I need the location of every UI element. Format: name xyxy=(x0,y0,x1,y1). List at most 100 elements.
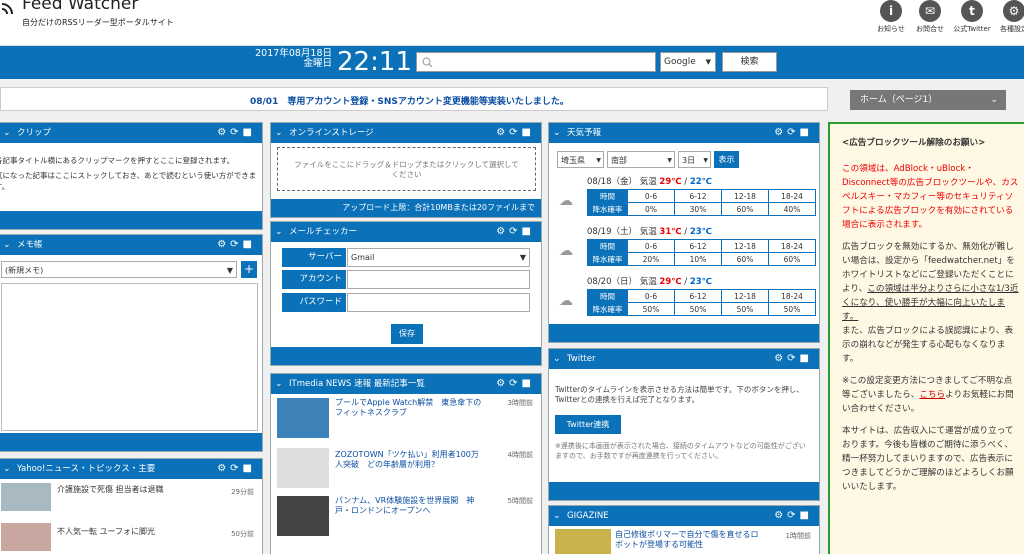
site-title[interactable]: Feed Watcher xyxy=(22,0,138,14)
settings-button[interactable]: ⚙ 各種設定 xyxy=(994,0,1024,34)
account-input[interactable] xyxy=(347,270,530,289)
chevron-down-icon[interactable]: ⌄ xyxy=(275,123,283,143)
hour-cell: 12-18 xyxy=(721,289,769,303)
temp-max: 29℃ xyxy=(659,277,682,287)
article-time: 4時間前 xyxy=(507,451,533,459)
article-title[interactable]: パンナム、VR体験施設を世界展開 神戸・ロンドンにオープンへ xyxy=(335,496,485,516)
weather-table: 時間 0-6 6-12 12-18 18-24 降水確率 20% 10% 60% 60% xyxy=(587,239,816,266)
caret-down-icon: ▼ xyxy=(519,253,526,262)
hour-cell: 12-18 xyxy=(721,239,769,253)
panel-tools[interactable]: ⚙⟳■ xyxy=(217,459,256,479)
chevron-down-icon[interactable]: ⌄ xyxy=(3,459,11,479)
engine-value: Google xyxy=(664,57,696,67)
chevron-down-icon[interactable]: ⌄ xyxy=(275,374,283,394)
temp-min: 23℃ xyxy=(689,277,712,287)
notice-p2-underline: この領域は半分よりさらに小さな1/3近くになり、使い勝手が大幅に向上いたします。 xyxy=(842,284,1019,322)
panel-tools[interactable]: ⚙⟳■ xyxy=(217,235,256,255)
server-select[interactable]: Gmail ▼ xyxy=(347,248,530,267)
prefecture-select[interactable]: 埼玉県 ▼ xyxy=(557,151,604,168)
save-button[interactable]: 保存 xyxy=(391,324,423,344)
panel-tools[interactable]: ⚙⟳■ xyxy=(774,123,813,143)
prefecture-value: 埼玉県 xyxy=(561,156,585,165)
chevron-down-icon[interactable]: ⌄ xyxy=(3,123,11,143)
rain-cell: 30% xyxy=(674,202,722,216)
caret-down-icon: ▼ xyxy=(703,157,708,164)
info-icon: i xyxy=(880,0,902,22)
list-item[interactable]: プールでApple Watch解禁 東急傘下のフィットネスクラブ 3時間前 xyxy=(271,398,541,440)
article-title[interactable]: 不人気一転 ユーフォに脚光 xyxy=(57,527,155,537)
list-item[interactable]: 自己修復ポリマーで自分で傷を直せるロボットが登場する可能性 1時間前 xyxy=(549,529,819,554)
weather-table: 時間 0-6 6-12 12-18 18-24 降水確率 0% 30% 60% 40% xyxy=(587,189,816,216)
article-title[interactable]: プールでApple Watch解禁 東急傘下のフィットネスクラブ xyxy=(335,398,485,418)
rain-header: 降水確率 xyxy=(587,302,628,316)
area-select[interactable]: 南部 ▼ xyxy=(607,151,675,168)
list-item[interactable]: 不人気一転 ユーフォに脚光 50分前 xyxy=(0,523,262,553)
article-title[interactable]: 自己修復ポリマーで自分で傷を直せるロボットが登場する可能性 xyxy=(615,530,765,550)
chevron-down-icon[interactable]: ⌄ xyxy=(553,123,561,143)
rain-cell: 40% xyxy=(768,202,816,216)
chevron-down-icon[interactable]: ⌄ xyxy=(3,235,11,255)
article-title[interactable]: 介護施設で死傷 担当者は退職 xyxy=(57,485,164,495)
news-link[interactable]: 08/01 専用アカウント登録・SNSアカウント変更機能等実装いたしました。 xyxy=(250,94,569,107)
twitter-link-button[interactable]: t 公式Twitter xyxy=(952,0,992,34)
temp-label: 気温 xyxy=(639,177,657,187)
contact-link[interactable]: こちら xyxy=(919,390,945,400)
panel-tools[interactable]: ⚙⟳■ xyxy=(774,506,813,526)
days-value: 3日 xyxy=(682,156,696,165)
itmedia-panel: ⌄ ITmedia NEWS 速報 最新記事一覧 ⚙⟳■ プールでApple Wat… xyxy=(270,373,542,554)
storage-limit: アップロード上限：合計10MBまたは20ファイルまで xyxy=(271,199,541,217)
rain-cell: 60% xyxy=(768,252,816,266)
chevron-down-icon[interactable]: ⌄ xyxy=(275,222,283,242)
contact-button[interactable]: ✉ お問合せ xyxy=(910,0,950,34)
hour-cell: 12-18 xyxy=(721,189,769,203)
search-button[interactable]: 検索 xyxy=(722,52,777,72)
notice-button[interactable]: i お知らせ xyxy=(871,0,911,34)
article-title[interactable]: ZOZOTOWN「ツケ払い」利用者100万人突破 どの年齢層が利用？ xyxy=(335,450,485,470)
memo-select[interactable]: (新規メモ) ▼ xyxy=(1,261,237,278)
twitter-note: ※連携後に本画面が表示された場合、接続のタイムアウトなどの可能性がございますので… xyxy=(555,442,806,460)
weather-date: 08/19（土） xyxy=(587,227,637,237)
gear-icon: ⚙ xyxy=(1003,0,1024,22)
chevron-down-icon[interactable]: ⌄ xyxy=(553,506,561,526)
panel-tools[interactable]: ⚙⟳■ xyxy=(496,374,535,394)
panel-tools[interactable]: ⚙⟳■ xyxy=(217,123,256,143)
hour-cell: 6-12 xyxy=(674,289,722,303)
storage-panel: ⌄ オンラインストレージ ⚙⟳■ ファイルをここにドラッグ＆ドロップまたはクリックし… xyxy=(270,122,542,218)
temp-min: 23℃ xyxy=(689,227,712,237)
add-memo-button[interactable]: + xyxy=(241,261,257,278)
chevron-down-icon[interactable]: ⌄ xyxy=(553,349,561,369)
twitter-header: ⌄ Twitter ⚙⟳■ xyxy=(549,349,819,369)
notice-label: お知らせ xyxy=(877,25,905,33)
clip-title: クリップ xyxy=(17,128,52,138)
notice-p4: 本サイトは、広告収入にて運営が成り立っております。今後も皆様のご期待に添うべく、… xyxy=(842,426,1014,492)
days-select[interactable]: 3日 ▼ xyxy=(678,151,711,168)
hour-cell: 0-6 xyxy=(627,289,675,303)
password-input[interactable] xyxy=(347,293,530,312)
weather-header: ⌄ 天気予報 ⚙⟳■ xyxy=(549,123,819,143)
file-drop-zone[interactable]: ファイルをここにドラッグ＆ドロップまたはクリックして選択してください xyxy=(277,147,536,191)
weather-day-line: 08/20（日） 気温 29℃ / 23℃ xyxy=(587,277,712,287)
panel-tools[interactable]: ⚙⟳■ xyxy=(774,349,813,369)
memo-textarea[interactable] xyxy=(1,283,258,431)
memo-select-value: (新規メモ) xyxy=(5,266,44,275)
notice-p2: 広告ブロックを無効にするか、無効化が難しい場合は、設定から「feedwatche… xyxy=(842,240,1020,324)
article-time: 29分前 xyxy=(231,488,254,496)
list-item[interactable]: パンナム、VR体験施設を世界展開 神戸・ロンドンにオープンへ 5時間前 xyxy=(271,496,541,538)
list-item[interactable]: ZOZOTOWN「ツケ払い」利用者100万人突破 どの年齢層が利用？ 4時間前 xyxy=(271,448,541,490)
panel-tools[interactable]: ⚙⟳■ xyxy=(496,123,535,143)
panel-footer xyxy=(549,324,819,342)
panel-tools[interactable]: ⚙⟳■ xyxy=(496,222,535,242)
twitter-connect-button[interactable]: Twitter連携 xyxy=(555,415,621,434)
article-time: 5時間前 xyxy=(507,497,533,505)
notice-p3: ※この設定変更方法につきましてご不明な点等ございましたら、こちらよりお気軽にお問… xyxy=(842,374,1020,416)
search-input[interactable] xyxy=(416,52,656,72)
page-select[interactable]: ホーム（ページ1） ⌄ xyxy=(850,90,1006,110)
show-button[interactable]: 表示 xyxy=(714,151,739,168)
weather-date: 08/20（日） xyxy=(587,277,637,287)
cloud-rain-icon: ☁ xyxy=(559,243,573,259)
temp-label: 気温 xyxy=(639,277,657,287)
time-header: 時間 xyxy=(587,189,628,203)
list-item[interactable]: 介護施設で死傷 担当者は退職 29分前 xyxy=(0,483,262,513)
search-engine-select[interactable]: Google ▼ xyxy=(660,52,716,72)
weather-day-line: 08/18（金） 気温 29℃ / 22℃ xyxy=(587,177,712,187)
